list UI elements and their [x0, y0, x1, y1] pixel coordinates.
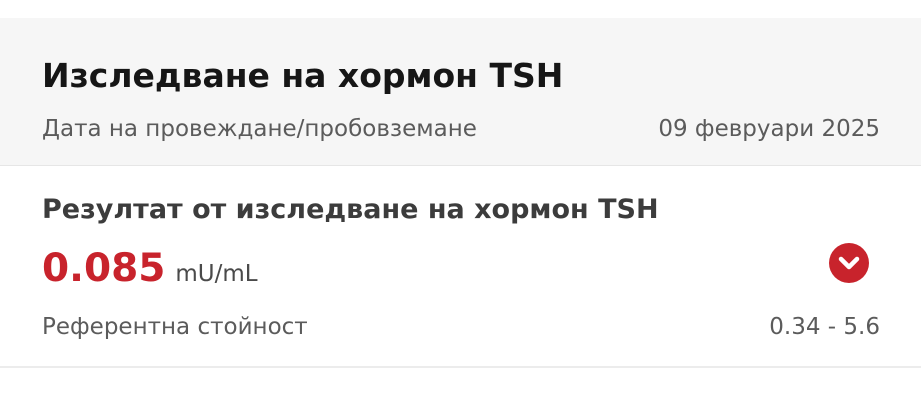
test-header: Изследване на хормон TSH Дата на провежд…: [0, 18, 921, 166]
page-title: Изследване на хормон TSH: [42, 56, 564, 95]
reference-label: Референтна стойност: [42, 314, 308, 340]
result-value-row: 0.085 mU/mL: [42, 244, 258, 294]
top-spacer: [0, 0, 921, 18]
result-value: 0.085: [42, 246, 166, 291]
chevron-down-icon[interactable]: [829, 243, 869, 283]
reference-range: 0.34 - 5.6: [769, 314, 880, 340]
lab-result-screen: Изследване на хормон TSH Дата на провежд…: [0, 0, 921, 402]
chevron-down-icon-glyph: [838, 256, 860, 270]
date-label: Дата на провеждане/пробовземане: [42, 116, 477, 142]
date-value: 09 февруари 2025: [658, 116, 880, 142]
result-unit: mU/mL: [175, 261, 258, 287]
result-card[interactable]: Резултат от изследване на хормон TSH 0.0…: [0, 166, 921, 368]
result-title: Резултат от изследване на хормон TSH: [42, 194, 659, 225]
